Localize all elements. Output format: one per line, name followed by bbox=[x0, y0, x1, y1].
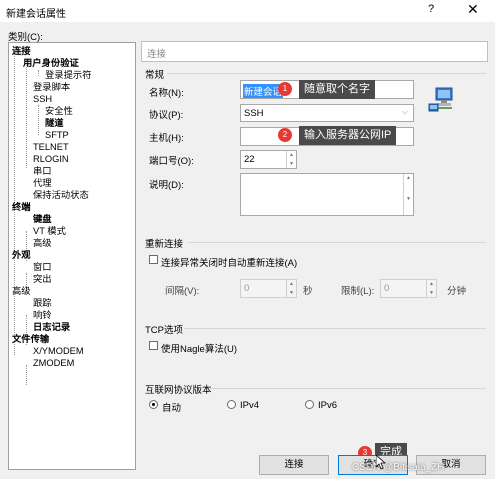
spin-up-icon[interactable]: ▲ bbox=[427, 280, 436, 289]
tree-item-terminal[interactable]: 终端 bbox=[12, 202, 31, 213]
tree-item-zmodem[interactable]: ZMODEM bbox=[33, 358, 74, 369]
general-divider bbox=[167, 73, 486, 74]
scroll-up-icon[interactable]: ▲ bbox=[404, 174, 413, 195]
breadcrumb-text: 连接 bbox=[147, 49, 167, 60]
window-title: 新建会话属性 bbox=[6, 9, 66, 20]
tree-item-ssh[interactable]: SSH bbox=[33, 94, 52, 105]
tree-item-bell[interactable]: 响铃 bbox=[33, 310, 52, 321]
limit-stepper[interactable]: ▲ ▼ bbox=[426, 280, 436, 297]
tree-item-security[interactable]: 安全性 bbox=[45, 106, 73, 117]
auto-reconnect-checkbox[interactable] bbox=[149, 255, 158, 264]
breadcrumb: 连接 bbox=[141, 41, 488, 62]
port-value: 22 bbox=[244, 154, 255, 165]
description-textarea[interactable]: ▲ ▼ bbox=[240, 173, 414, 216]
interval-unit: 秒 bbox=[303, 286, 313, 297]
tree-item-trace[interactable]: 跟踪 bbox=[33, 298, 52, 309]
tree-item-tunnel[interactable]: 隧道 bbox=[45, 118, 64, 129]
general-group-title: 常规 bbox=[145, 70, 165, 81]
tree-item-serial[interactable]: 串口 bbox=[33, 166, 52, 177]
tree-item-login-prompt[interactable]: 登录提示符 bbox=[45, 70, 92, 81]
callout-1-text: 随意取个名字 bbox=[299, 80, 375, 99]
tree-item-connection[interactable]: 连接 bbox=[12, 46, 31, 57]
ipver-ipv4-radio[interactable] bbox=[227, 400, 236, 409]
tree-item-login-script[interactable]: 登录脚本 bbox=[33, 82, 70, 93]
limit-input[interactable]: 0 ▲ ▼ bbox=[380, 279, 437, 298]
callout-1-badge: 1 bbox=[278, 82, 292, 96]
tree-item-sftp[interactable]: SFTP bbox=[45, 130, 69, 141]
tree-item-window[interactable]: 窗口 bbox=[33, 262, 52, 273]
ipver-auto-label: 自动 bbox=[162, 403, 182, 414]
tree-item-xymodem[interactable]: X/YMODEM bbox=[33, 346, 84, 357]
tree-item-logging[interactable]: 日志记录 bbox=[33, 322, 70, 333]
limit-unit: 分钟 bbox=[447, 286, 467, 297]
spin-down-icon[interactable]: ▼ bbox=[427, 289, 436, 298]
ipver-divider bbox=[210, 388, 486, 389]
auto-reconnect-label: 连接异常关闭时自动重新连接(A) bbox=[161, 258, 298, 269]
tree-item-user-auth[interactable]: 用户身份验证 bbox=[23, 58, 79, 69]
tcp-group-title: TCP选项 bbox=[145, 325, 184, 336]
description-label: 说明(D): bbox=[149, 180, 184, 191]
nagle-label: 使用Nagle算法(U) bbox=[161, 344, 238, 355]
help-icon[interactable]: ? bbox=[428, 3, 434, 15]
watermark: CSDN @Bitisaia_ZH bbox=[352, 462, 445, 473]
spin-down-icon[interactable]: ▼ bbox=[287, 289, 296, 298]
category-tree[interactable]: 连接 用户身份验证 登录提示符 登录脚本 SSH 安全性 隧道 SFTP TEL… bbox=[8, 42, 136, 470]
spin-down-icon[interactable]: ▼ bbox=[287, 160, 296, 169]
chevron-down-icon[interactable]: ⌵ bbox=[402, 107, 408, 117]
protocol-select[interactable]: SSH ⌵ bbox=[240, 104, 414, 122]
tree-item-advanced[interactable]: 高级 bbox=[12, 286, 31, 297]
protocol-label: 协议(P): bbox=[149, 110, 184, 121]
interval-label: 间隔(V): bbox=[165, 286, 200, 297]
tree-item-keepalive[interactable]: 保持活动状态 bbox=[33, 190, 89, 201]
callout-2-badge: 2 bbox=[278, 128, 292, 142]
ipver-group-title: 互联网协议版本 bbox=[145, 385, 212, 396]
tree-item-terminal-advanced[interactable]: 高级 bbox=[33, 238, 52, 249]
ipver-ipv6-label: IPv6 bbox=[318, 400, 338, 411]
limit-value: 0 bbox=[384, 283, 390, 294]
reconnect-group-title: 重新连接 bbox=[145, 239, 184, 250]
interval-input[interactable]: 0 ▲ ▼ bbox=[240, 279, 297, 298]
mouse-cursor-icon bbox=[375, 454, 387, 470]
interval-value: 0 bbox=[244, 283, 250, 294]
description-scrollbar[interactable]: ▲ ▼ bbox=[403, 174, 413, 215]
port-input[interactable]: 22 ▲ ▼ bbox=[240, 150, 297, 169]
tree-item-file-transfer[interactable]: 文件传输 bbox=[12, 334, 49, 345]
nagle-checkbox[interactable] bbox=[149, 341, 158, 350]
callout-2-text: 输入服务器公网IP bbox=[299, 126, 397, 145]
scroll-down-icon[interactable]: ▼ bbox=[404, 195, 413, 216]
limit-label: 限制(L): bbox=[341, 286, 375, 297]
tree-item-rlogin[interactable]: RLOGIN bbox=[33, 154, 69, 165]
close-icon[interactable]: ✕ bbox=[467, 1, 479, 18]
tcp-divider bbox=[184, 328, 486, 329]
name-label: 名称(N): bbox=[149, 88, 184, 99]
reconnect-divider bbox=[188, 242, 486, 243]
spin-up-icon[interactable]: ▲ bbox=[287, 280, 296, 289]
tree-item-highlight[interactable]: 突出 bbox=[33, 274, 52, 285]
ipver-ipv6-radio[interactable] bbox=[305, 400, 314, 409]
port-stepper[interactable]: ▲ ▼ bbox=[286, 151, 296, 168]
tree-item-proxy[interactable]: 代理 bbox=[33, 178, 52, 189]
spin-up-icon[interactable]: ▲ bbox=[287, 151, 296, 160]
protocol-value: SSH bbox=[244, 108, 264, 119]
category-label: 类别(C): bbox=[8, 32, 43, 43]
connect-button[interactable]: 连接 bbox=[259, 455, 329, 475]
title-bar: 新建会话属性 ? ✕ bbox=[0, 0, 495, 22]
tree-item-appearance[interactable]: 外观 bbox=[12, 250, 31, 261]
host-label: 主机(H): bbox=[149, 133, 184, 144]
network-computer-icon bbox=[428, 86, 458, 114]
tree-item-telnet[interactable]: TELNET bbox=[33, 142, 69, 153]
ipver-auto-radio[interactable] bbox=[149, 400, 158, 409]
name-value: 新建会话 bbox=[243, 84, 284, 98]
tree-item-vt-mode[interactable]: VT 模式 bbox=[33, 226, 66, 237]
port-label: 端口号(O): bbox=[149, 156, 194, 167]
interval-stepper[interactable]: ▲ ▼ bbox=[286, 280, 296, 297]
tree-item-keyboard[interactable]: 键盘 bbox=[33, 214, 52, 225]
ipver-ipv4-label: IPv4 bbox=[240, 400, 260, 411]
